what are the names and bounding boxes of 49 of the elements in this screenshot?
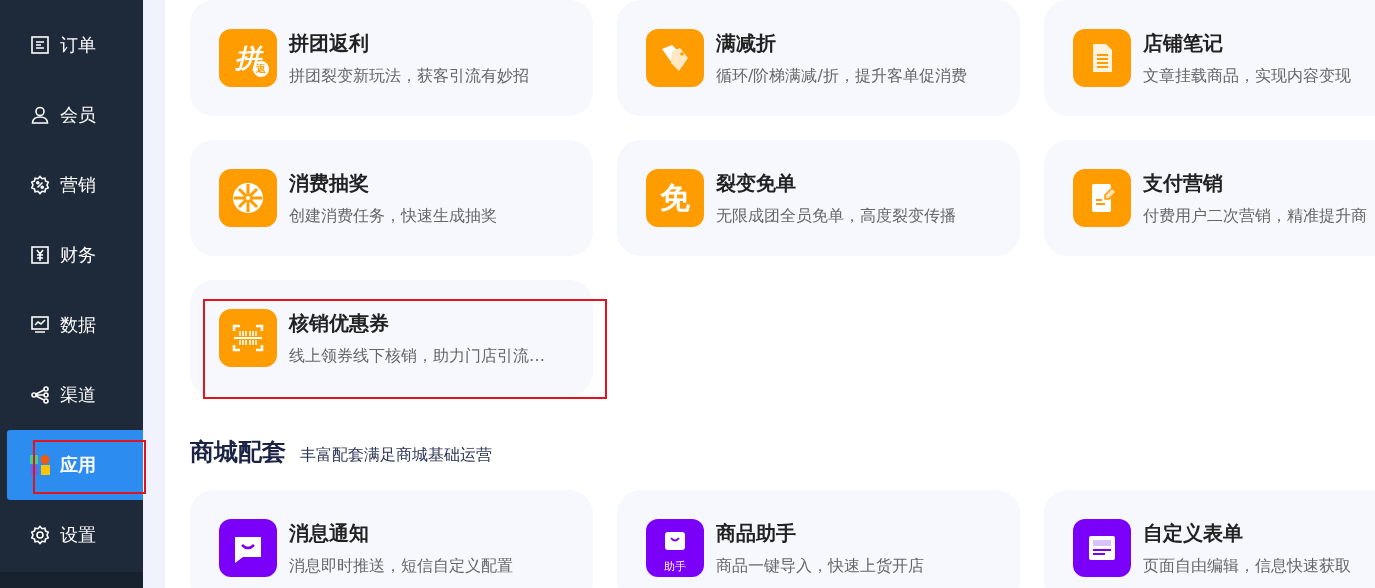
app-card[interactable]: 免 裂变免单 无限成团全员免单，高度裂变传播 (617, 140, 1020, 256)
card-title: 裂变免单 (716, 170, 797, 197)
discount-gear-icon (30, 175, 50, 195)
icon-glyph: 免 (660, 183, 690, 213)
card-description: 文章挂载商品，实现内容变现 (1143, 65, 1351, 87)
card-description: 消息即时推送，短信自定义配置 (289, 555, 513, 577)
sidebar-item[interactable]: 设置 (7, 500, 143, 570)
app-card[interactable]: 消费抽奖 创建消费任务，快速生成抽奖 (190, 140, 593, 256)
apps-icon (30, 455, 50, 475)
card-title: 商品助手 (716, 520, 797, 547)
document-icon (30, 35, 50, 55)
monitor-chart-icon (30, 315, 50, 335)
card-title: 支付营销 (1143, 170, 1224, 197)
card-description: 创建消费任务，快速生成抽奖 (289, 205, 497, 227)
card-description: 循环/阶梯满减/折，提升客单促消费 (716, 65, 967, 87)
app-card[interactable]: 支付营销 付费用户二次营销，精准提升商 (1044, 140, 1375, 256)
icon-label: 助手 (664, 559, 686, 574)
card-title: 店铺笔记 (1143, 30, 1224, 57)
sidebar-item[interactable]: 财务 (7, 220, 143, 290)
app-card[interactable]: 满减折 循环/阶梯满减/折，提升客单促消费 (617, 0, 1020, 116)
sidebar-item[interactable]: 订单 (7, 10, 143, 80)
card-title: 拼团返利 (289, 30, 370, 57)
sidebar-item[interactable]: 营销 (7, 150, 143, 220)
app-card[interactable]: 助手 商品助手 商品一键导入，快速上货开店 (617, 490, 1020, 588)
wheel-icon (231, 181, 265, 215)
sidebar-item[interactable]: 渠道 (7, 360, 143, 430)
bag-icon (662, 529, 688, 551)
card-title: 消费抽奖 (289, 170, 370, 197)
card-description: 页面自由编辑，信息快速获取 (1143, 555, 1351, 577)
sidebar-item[interactable]: 会员 (7, 80, 143, 150)
user-icon (30, 105, 50, 125)
card-title: 核销优惠券 (289, 310, 390, 337)
yuan-icon (30, 245, 50, 265)
section-title: 商城配套 (190, 437, 286, 468)
settings-icon (30, 525, 50, 545)
app-card[interactable]: 自定义表单 页面自由编辑，信息快速获取 (1044, 490, 1375, 588)
card-description: 商品一键导入，快速上货开店 (716, 555, 924, 577)
sidebar-item[interactable]: 数据 (7, 290, 143, 360)
card-description: 无限成团全员免单，高度裂变传播 (716, 205, 956, 227)
section-subtitle: 丰富配套满足商城基础运营 (300, 445, 492, 466)
app-card[interactable]: 店铺笔记 文章挂载商品，实现内容变现 (1044, 0, 1375, 116)
card-description: 拼团裂变新玩法，获客引流有妙招 (289, 65, 529, 87)
share-nodes-icon (30, 385, 50, 405)
card-description: 线上领券线下核销，助力门店引流… (289, 345, 545, 367)
card-title: 满减折 (716, 30, 777, 57)
card-description: 付费用户二次营销，精准提升商 (1143, 205, 1367, 227)
card-title: 消息通知 (289, 520, 370, 547)
app-card[interactable]: 消息通知 消息即时推送，短信自定义配置 (190, 490, 593, 588)
card-title: 自定义表单 (1143, 520, 1244, 547)
